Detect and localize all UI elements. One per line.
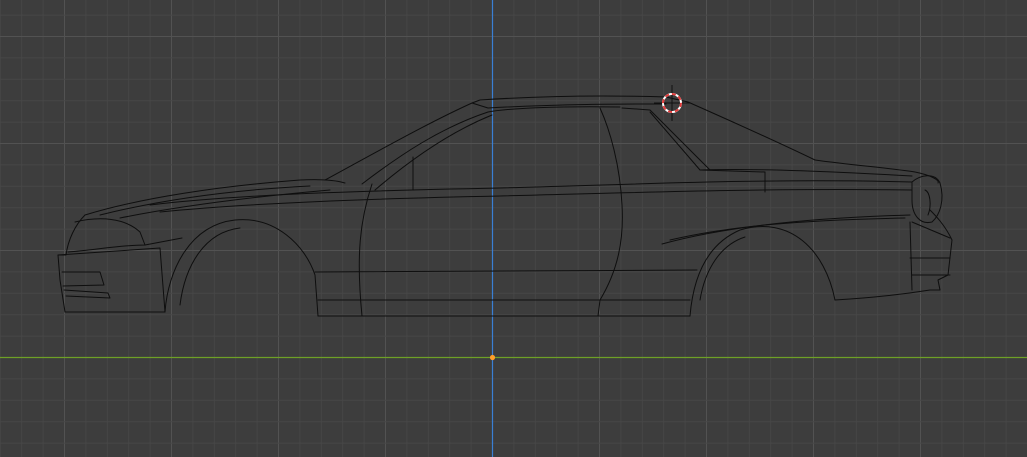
rear-window bbox=[621, 107, 711, 171]
beltline bbox=[149, 180, 913, 206]
windshield-inner bbox=[374, 114, 493, 191]
rear-panel-line bbox=[911, 221, 951, 239]
viewport-grid bbox=[0, 0, 1027, 457]
a-pillar bbox=[361, 106, 621, 185]
world-origin-icon bbox=[489, 354, 496, 361]
car-body-wireframe[interactable] bbox=[57, 95, 953, 317]
front-lower-line bbox=[57, 247, 166, 313]
grille-slot-2 bbox=[63, 289, 111, 299]
trunk-lid bbox=[814, 159, 939, 184]
rear-lower bbox=[909, 221, 913, 291]
front-wheel-arch bbox=[164, 219, 319, 317]
b-pillar bbox=[597, 107, 623, 317]
beltline-lower bbox=[159, 189, 913, 213]
viewport-canvas[interactable] bbox=[0, 0, 1027, 457]
rear-bumper bbox=[834, 209, 953, 301]
grille-slot-1 bbox=[61, 271, 105, 287]
taillight-inner bbox=[924, 189, 931, 216]
c-pillar bbox=[649, 111, 766, 173]
taillight bbox=[911, 175, 943, 224]
trunk-line bbox=[699, 168, 913, 177]
headlight bbox=[67, 218, 146, 253]
3d-viewport[interactable] bbox=[0, 0, 1027, 457]
roof-outline bbox=[324, 95, 816, 181]
